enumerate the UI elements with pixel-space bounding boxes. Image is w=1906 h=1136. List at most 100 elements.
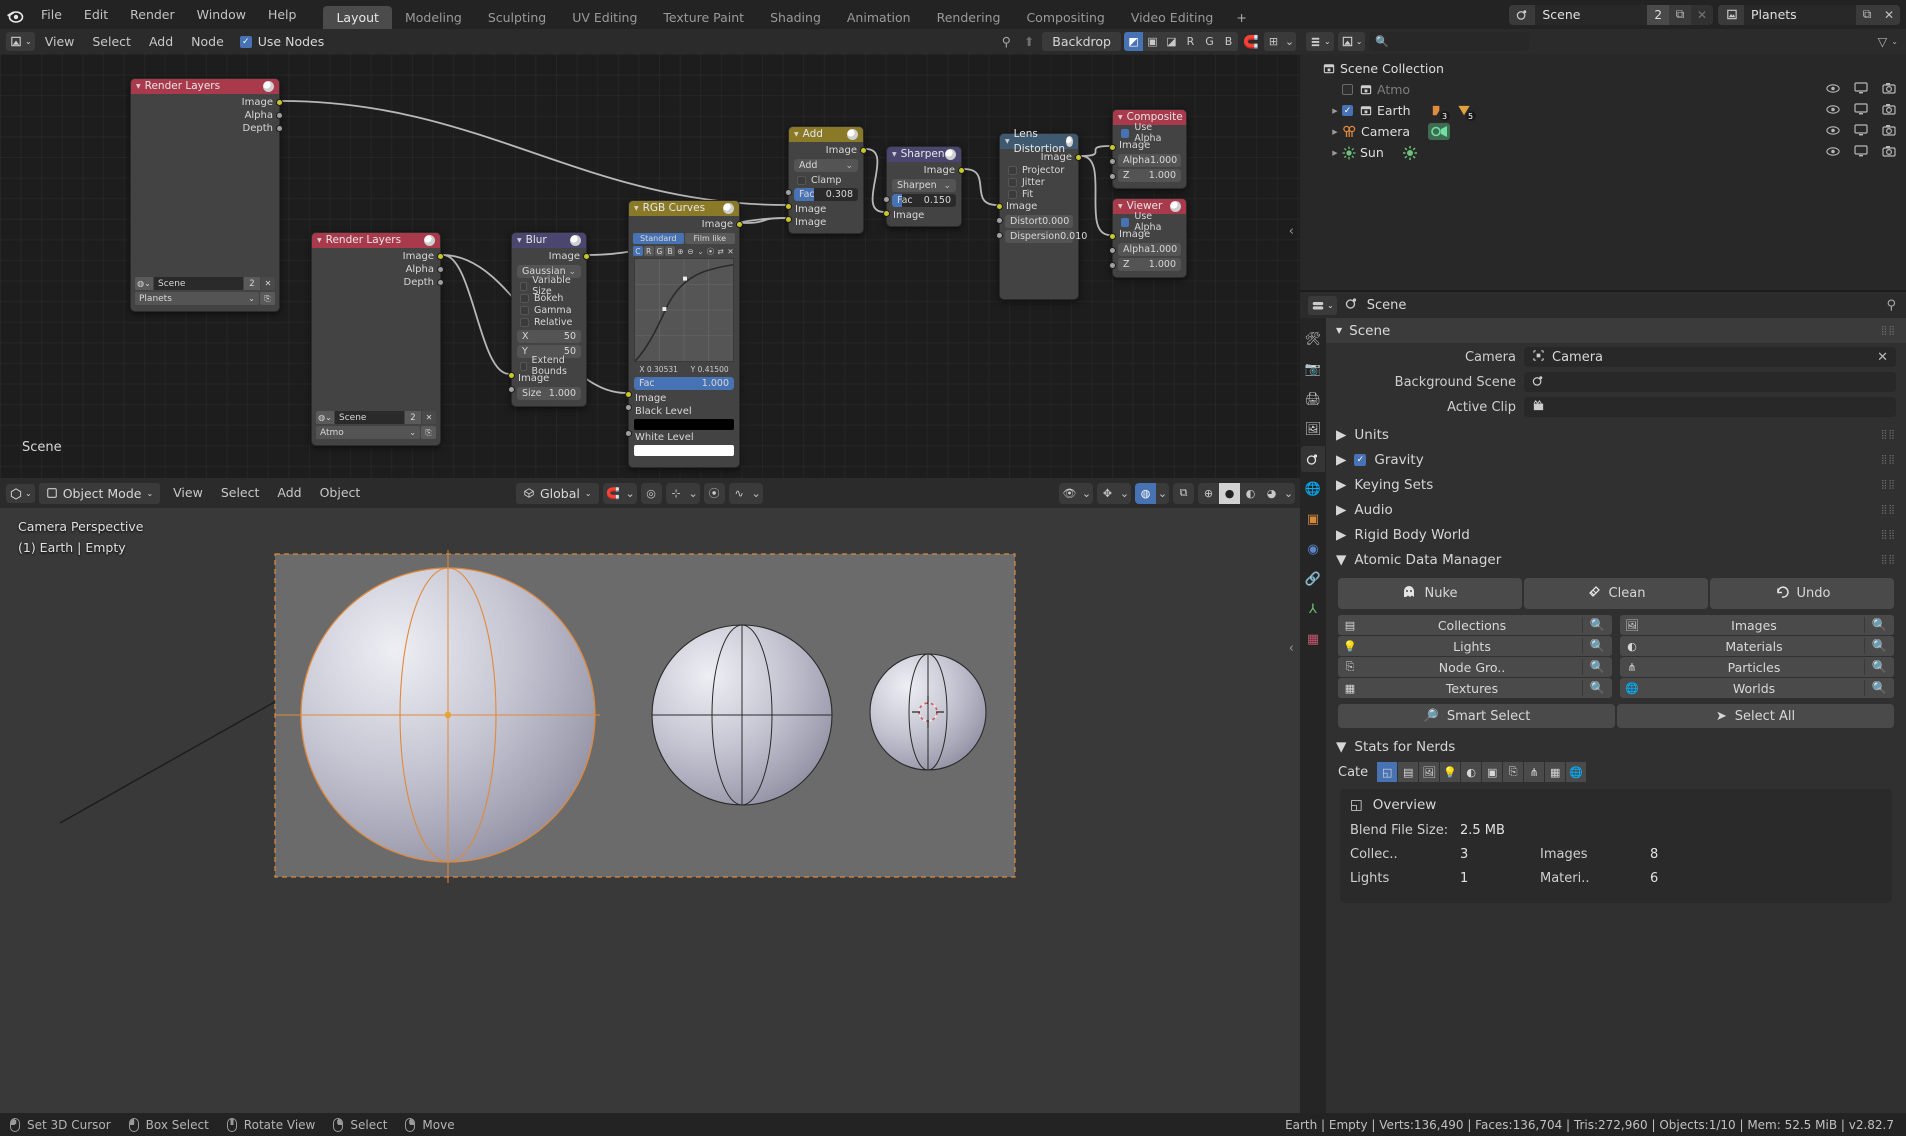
outliner-visibility-toggles[interactable] — [1826, 124, 1896, 139]
inspect-icon[interactable]: 🔍 — [1864, 680, 1894, 696]
panel-drag-dots[interactable]: ⣿⣿ — [1881, 455, 1896, 465]
camera-render-icon[interactable] — [1882, 103, 1896, 118]
expand-triangle-icon[interactable]: ▶ — [1328, 107, 1342, 115]
worlds-category-icon[interactable]: 🌐 — [1566, 762, 1586, 782]
tab-texture[interactable]: ▦ — [1301, 626, 1325, 652]
snap-target-toggle[interactable]: ⦿ — [704, 483, 725, 504]
use-alpha-checkbox[interactable] — [1121, 218, 1129, 227]
viewport-menu-select[interactable]: Select — [212, 478, 269, 508]
outliner-exclude-checkbox[interactable] — [1342, 84, 1353, 95]
tab-output[interactable]: 🖨 — [1301, 386, 1325, 412]
transform-orientation-selector[interactable]: Global ⌄ — [516, 483, 599, 504]
mesh-data[interactable]: 3 — [1429, 103, 1446, 118]
scene-new-copy-icon[interactable]: ⧉ — [1669, 5, 1691, 25]
menu-file[interactable]: File — [30, 0, 73, 29]
stats-category-icons[interactable]: ◱ ▤ 🖼 💡 ◐ ▣ ⎘ ⋔ ▦ 🌐 — [1377, 762, 1586, 782]
use-nodes-checkbox[interactable]: ✓ — [240, 36, 252, 48]
outliner-item-label[interactable]: Earth — [1377, 103, 1411, 118]
curve-tool-4[interactable]: ⇄ — [716, 246, 725, 256]
channel-b-button[interactable]: B — [1219, 32, 1238, 51]
screen-icon[interactable] — [1854, 82, 1868, 97]
use-alpha-checkbox[interactable] — [1121, 129, 1129, 138]
collapse-icon[interactable]: ▼ — [317, 233, 322, 248]
curve-preset-row[interactable]: StandardFilm like — [633, 233, 735, 244]
active-clip-field[interactable] — [1524, 397, 1896, 417]
gravity-checkbox[interactable]: ✓ — [1354, 454, 1366, 466]
stats-for-nerds-panel-header[interactable]: ▼ Stats for Nerds — [1326, 734, 1906, 759]
channel-g[interactable]: G — [655, 246, 665, 256]
value-alpha[interactable]: Alpha1.000 — [1118, 243, 1181, 256]
check-variable-size[interactable]: Variable Size — [512, 280, 586, 292]
collections-category-icon[interactable]: ▤ — [1398, 762, 1418, 782]
workspace-tab-sculpting[interactable]: Sculpting — [475, 6, 559, 29]
gizmo-icon[interactable]: ✥ — [1097, 483, 1118, 504]
units-panel-header[interactable]: ▶ Units ⣿⣿ — [1326, 422, 1906, 447]
gizmo-selector[interactable]: ✥⌄ — [1097, 483, 1131, 504]
camera-render-icon[interactable] — [1882, 145, 1896, 160]
node-menu-add[interactable]: Add — [140, 29, 182, 54]
scene-unlink-icon[interactable]: ✕ — [1691, 5, 1713, 25]
snap-toggle[interactable]: 🧲⌄ — [603, 483, 637, 504]
field-x[interactable]: X50 — [517, 330, 581, 343]
overlays-chevron-icon[interactable]: ⌄ — [1156, 483, 1169, 504]
workspace-tab-rendering[interactable]: Rendering — [924, 6, 1014, 29]
visibility-chevron-icon[interactable]: ⌄ — [1080, 483, 1093, 504]
node-layer-name[interactable]: Atmo⌄ — [316, 426, 420, 439]
curve-tool-2[interactable]: ⌄ — [696, 246, 705, 256]
atomic-clean-button[interactable]: Clean — [1524, 578, 1708, 609]
tab-constraints[interactable]: 🔗 — [1301, 566, 1325, 592]
checkbox[interactable] — [520, 282, 527, 291]
camera-render-icon[interactable] — [1882, 124, 1896, 139]
outliner-row-earth[interactable]: ▶✓Earth35 — [1300, 100, 1906, 121]
parent-node-icon[interactable]: ⬆ — [1019, 34, 1039, 49]
view-layer-copy-icon[interactable]: ⧉ — [1856, 5, 1878, 25]
socket-out-alpha[interactable] — [276, 112, 283, 119]
blend-mode-dropdown[interactable]: Add — [794, 159, 858, 172]
camera-field[interactable]: Camera ✕ — [1524, 347, 1896, 367]
outliner-row-camera[interactable]: ▶Camera — [1300, 121, 1906, 142]
curve-widget[interactable] — [634, 258, 734, 362]
value-distort[interactable]: Distort0.000 — [1005, 215, 1073, 228]
atomic-category-worlds[interactable]: 🌐Worlds🔍 — [1620, 678, 1894, 698]
outliner-item-label[interactable]: Scene Collection — [1340, 61, 1444, 76]
outliner-tree[interactable]: Scene CollectionAtmo▶✓Earth35▶Camera▶Sun — [1300, 54, 1906, 290]
objects-category-icon[interactable]: ▣ — [1482, 762, 1502, 782]
node-rgb-curves[interactable]: ▼RGB CurvesImageStandardFilm likeCRGB⊕⊖⌄… — [628, 200, 740, 468]
node-scene-unlink-icon[interactable]: ✕ — [422, 411, 436, 424]
socket-in-image[interactable] — [508, 372, 515, 379]
snap-dot-icon[interactable]: ⦿ — [704, 483, 725, 504]
modifier[interactable]: 5 — [1456, 103, 1472, 118]
panel-drag-dots[interactable]: ⣿⣿ — [1881, 430, 1896, 440]
collapse-icon[interactable]: ▼ — [1118, 199, 1123, 214]
socket-in-image[interactable] — [625, 391, 632, 398]
use-alpha-row[interactable]: Use Alpha — [1113, 127, 1186, 139]
outliner-search-field[interactable] — [1394, 36, 1523, 48]
socket-in-image[interactable] — [785, 203, 792, 210]
atomic-category-lights[interactable]: 💡Lights🔍 — [1338, 636, 1612, 656]
overlays-icon[interactable]: ◍ — [1135, 483, 1156, 504]
channel-r[interactable]: R — [644, 246, 654, 256]
menu-edit[interactable]: Edit — [73, 0, 119, 29]
workspace-tab-modeling[interactable]: Modeling — [392, 6, 475, 29]
socket-in-black-level[interactable] — [625, 404, 632, 411]
node-header[interactable]: ▼Add — [789, 127, 863, 142]
menu-help[interactable]: Help — [257, 0, 308, 29]
eye-icon[interactable] — [1826, 146, 1840, 160]
preset-film-like[interactable]: Film like — [685, 233, 736, 244]
filter-type-dropdown[interactable]: Sharpen — [892, 179, 956, 192]
scene-panel-header[interactable]: ▼ Scene ⣿⣿ — [1326, 318, 1906, 343]
socket-out-depth[interactable] — [276, 125, 283, 132]
screen-icon[interactable] — [1854, 124, 1868, 139]
outliner-search-input[interactable]: 🔍 — [1369, 32, 1529, 51]
node-scene-selector[interactable]: ◍⌄Scene2✕ — [316, 411, 436, 424]
snap-dropdown-icon[interactable]: ⌄ — [1283, 32, 1296, 51]
node-layer-refresh-icon[interactable]: ⎘ — [260, 292, 275, 305]
collapse-icon[interactable]: ▼ — [517, 233, 522, 248]
node-scene-selector[interactable]: ◍⌄Scene2✕ — [135, 277, 275, 290]
collapse-icon[interactable]: ▼ — [794, 127, 799, 142]
workspace-tab-compositing[interactable]: Compositing — [1013, 6, 1117, 29]
filter-chevron-icon[interactable]: ⌄ — [1891, 37, 1898, 46]
channel-b[interactable]: B — [665, 246, 675, 256]
inspect-icon[interactable]: 🔍 — [1582, 638, 1612, 654]
curve-channel-row[interactable]: CRGB⊕⊖⌄⦿⇄✕ — [633, 246, 735, 256]
